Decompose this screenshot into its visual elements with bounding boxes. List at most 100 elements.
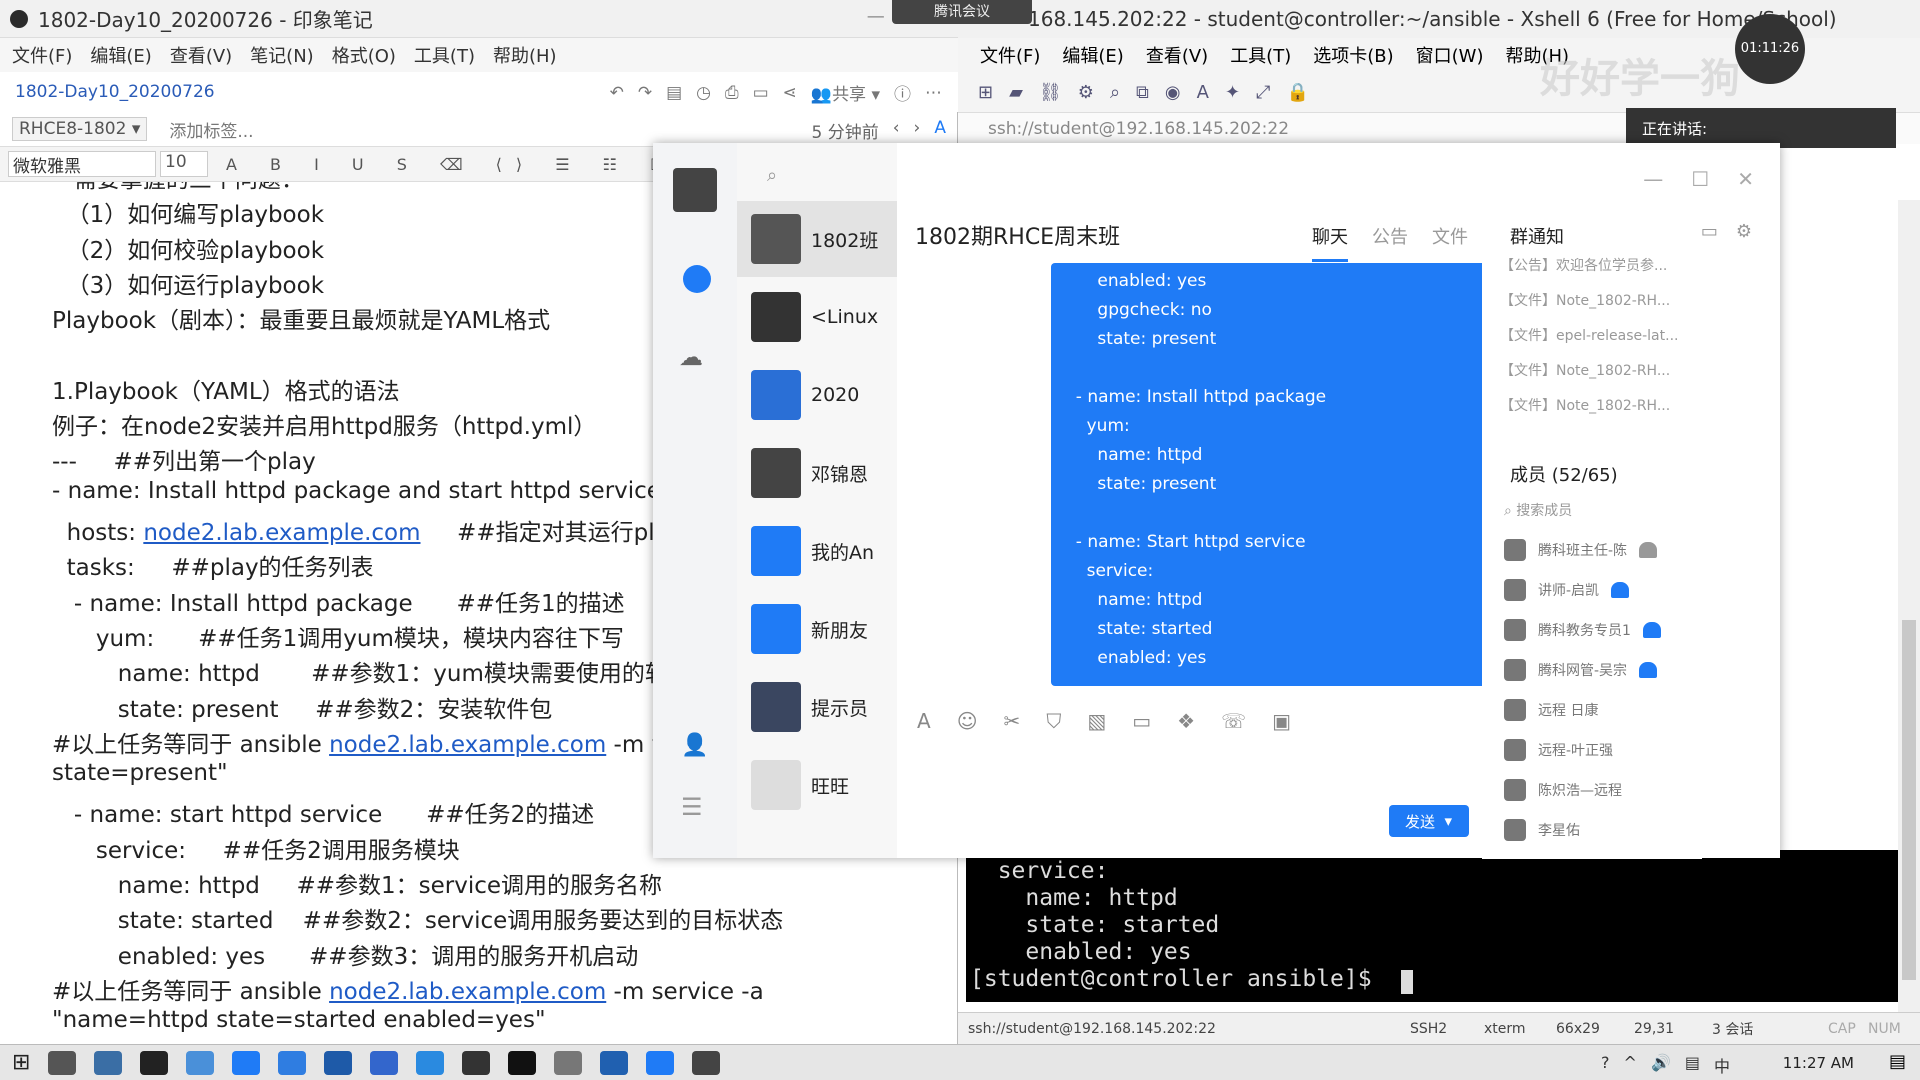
browser-icon[interactable] — [186, 1050, 215, 1075]
back-icon[interactable]: ‹ — [893, 118, 900, 143]
screen-icon[interactable]: ▣ — [1272, 709, 1291, 733]
app-icon-14[interactable] — [646, 1050, 675, 1075]
conversation-item[interactable]: 新朋友 — [737, 591, 897, 667]
meeting-tab[interactable]: 腾讯会议 — [892, 0, 1032, 24]
new-session-icon[interactable]: ⊞ — [978, 82, 993, 103]
menu-format[interactable]: 格式(O) — [332, 42, 396, 68]
conversation-item[interactable]: 邓锦恩 — [737, 435, 897, 511]
note-title[interactable]: 1802-Day10_20200726 — [15, 82, 215, 102]
contacts-icon[interactable]: 👤 — [681, 733, 708, 758]
edge-icon[interactable] — [232, 1050, 261, 1075]
qq-app-icon[interactable] — [278, 1050, 307, 1075]
folder-icon[interactable]: ▭ — [1132, 709, 1151, 733]
xs-menu-view[interactable]: 查看(V) — [1146, 42, 1208, 68]
my-avatar[interactable] — [673, 168, 717, 212]
volume-icon[interactable]: 🔊 — [1651, 1053, 1671, 1077]
open-icon[interactable]: ▰ — [1009, 82, 1023, 103]
member-item[interactable]: 远程-叶正强 — [1504, 739, 1613, 761]
gift-icon[interactable]: ❖ — [1177, 709, 1195, 733]
screen-share-icon[interactable]: ▭ — [1701, 221, 1718, 242]
member-item[interactable]: 腾科班主任-陈 — [1504, 539, 1658, 561]
menu-note[interactable]: 笔记(N) — [250, 42, 314, 68]
tab-files[interactable]: 文件 — [1432, 223, 1468, 262]
search-icon[interactable]: ⌕ — [1110, 82, 1120, 103]
app-icon-11[interactable] — [508, 1050, 537, 1075]
app-icon-10[interactable] — [462, 1050, 491, 1075]
notebook-selector[interactable]: RHCE8-1802 ▾ — [12, 117, 148, 141]
xftp-icon[interactable]: ✦ — [1225, 82, 1240, 103]
emoji-icon[interactable]: ☺ — [957, 709, 978, 733]
copy-icon[interactable]: ⧉ — [1136, 82, 1149, 103]
globe-icon[interactable]: ◉ — [1165, 82, 1181, 103]
menu-icon[interactable]: ☰ — [681, 793, 703, 821]
notice-item[interactable]: 【文件】epel-release-lat... — [1500, 325, 1678, 345]
tab-chat[interactable]: 聊天 — [1312, 223, 1348, 262]
xs-menu-tools[interactable]: 工具(T) — [1230, 42, 1291, 68]
link-icon[interactable]: ⛓ — [1039, 82, 1062, 103]
fullscreen-icon[interactable]: ⤢ — [1256, 82, 1270, 103]
scissors-icon[interactable]: ✂ — [1004, 709, 1021, 733]
notice-item[interactable]: 【公告】欢迎各位学员参... — [1500, 255, 1667, 275]
notice-item[interactable]: 【文件】Note_1802-RH... — [1500, 360, 1670, 380]
xs-menu-edit[interactable]: 编辑(E) — [1062, 42, 1123, 68]
conversation-item[interactable]: <Linux — [737, 279, 897, 355]
properties-icon[interactable]: ⚙ — [1078, 82, 1094, 103]
menu-tools[interactable]: 工具(T) — [414, 42, 475, 68]
conversation-item[interactable]: 我的An — [737, 513, 897, 589]
font-icon[interactable]: A — [1197, 82, 1209, 103]
member-item[interactable]: 腾科教务专员1 — [1504, 619, 1661, 641]
app-icon-7[interactable] — [324, 1050, 353, 1075]
minimize-icon[interactable]: — — [1643, 167, 1663, 191]
app-icon-8[interactable] — [370, 1050, 399, 1075]
info-icon[interactable]: ⓘ — [894, 80, 911, 105]
member-item[interactable]: 腾科网管-吴宗 — [1504, 659, 1658, 681]
scroll-thumb[interactable] — [1902, 620, 1916, 980]
member-item[interactable]: 讲师-启凯 — [1504, 579, 1630, 601]
terminal-app-icon[interactable] — [140, 1050, 169, 1075]
print-icon[interactable]: ⎙ — [725, 83, 739, 103]
menu-edit[interactable]: 编辑(E) — [90, 42, 151, 68]
ime-icon[interactable]: 中 — [1714, 1053, 1730, 1077]
host-link[interactable]: node2.lab.example.com — [143, 520, 420, 546]
tab-announcement[interactable]: 公告 — [1372, 223, 1408, 262]
send-button[interactable]: 发送 ▾ — [1389, 805, 1469, 837]
help-icon[interactable]: ? — [1601, 1053, 1610, 1077]
tray-expand-icon[interactable]: ^ — [1624, 1053, 1637, 1077]
network-icon[interactable]: ▤ — [1685, 1053, 1700, 1077]
xs-menu-tabs[interactable]: 选项卡(B) — [1313, 42, 1393, 68]
menu-view[interactable]: 查看(V) — [170, 42, 232, 68]
redo-icon[interactable]: ↷ — [638, 83, 652, 103]
windows-start-icon[interactable]: ⊞ — [12, 1050, 30, 1075]
add-tag-input[interactable]: 添加标签... — [169, 117, 253, 142]
conversation-item[interactable]: 提示员 — [737, 669, 897, 745]
conversation-item[interactable]: 旺旺 — [737, 747, 897, 823]
menu-file[interactable]: 文件(F) — [12, 42, 72, 68]
reminder-icon[interactable]: ◷ — [696, 83, 711, 103]
member-search[interactable]: ⌕ 搜索成员 — [1504, 500, 1572, 520]
maximize-icon[interactable]: ☐ — [1691, 167, 1709, 191]
xshell-task-icon[interactable] — [416, 1050, 445, 1075]
message-bubble[interactable]: enabled: yes gpgcheck: no state: present… — [1051, 263, 1518, 686]
terminal[interactable]: service: name: httpd state: started enab… — [966, 850, 1906, 1002]
conversation-item[interactable]: 2020 — [737, 357, 897, 433]
host-link[interactable]: node2.lab.example.com — [329, 732, 606, 758]
member-item[interactable]: 李星佑 — [1504, 819, 1580, 841]
shield-icon[interactable]: ⛉ — [1046, 709, 1061, 733]
close-icon[interactable]: ✕ — [1737, 167, 1754, 191]
more-icon[interactable]: ⋯ — [925, 83, 942, 103]
app-icon-15[interactable] — [692, 1050, 721, 1075]
text-color-icon[interactable]: A — [934, 118, 946, 143]
share-button[interactable]: 👥共享 ▾ — [811, 80, 880, 105]
qq-window-controls[interactable]: — ☐ ✕ — [1643, 167, 1754, 191]
forward-icon[interactable]: › — [914, 118, 921, 143]
share-network-icon[interactable]: ⋖ — [783, 83, 797, 103]
messages-icon[interactable] — [683, 265, 711, 293]
font-family-select[interactable]: 微软雅黑 — [8, 151, 156, 177]
notification-icon[interactable]: ▤ — [1889, 1051, 1906, 1072]
menu-help[interactable]: 帮助(H) — [493, 42, 557, 68]
notice-item[interactable]: 【文件】Note_1802-RH... — [1500, 395, 1670, 415]
xs-menu-file[interactable]: 文件(F) — [980, 42, 1040, 68]
undo-icon[interactable]: ↶ — [610, 83, 624, 103]
conversation-item[interactable]: 1802班 — [737, 201, 897, 277]
xs-menu-window[interactable]: 窗口(W) — [1416, 42, 1484, 68]
